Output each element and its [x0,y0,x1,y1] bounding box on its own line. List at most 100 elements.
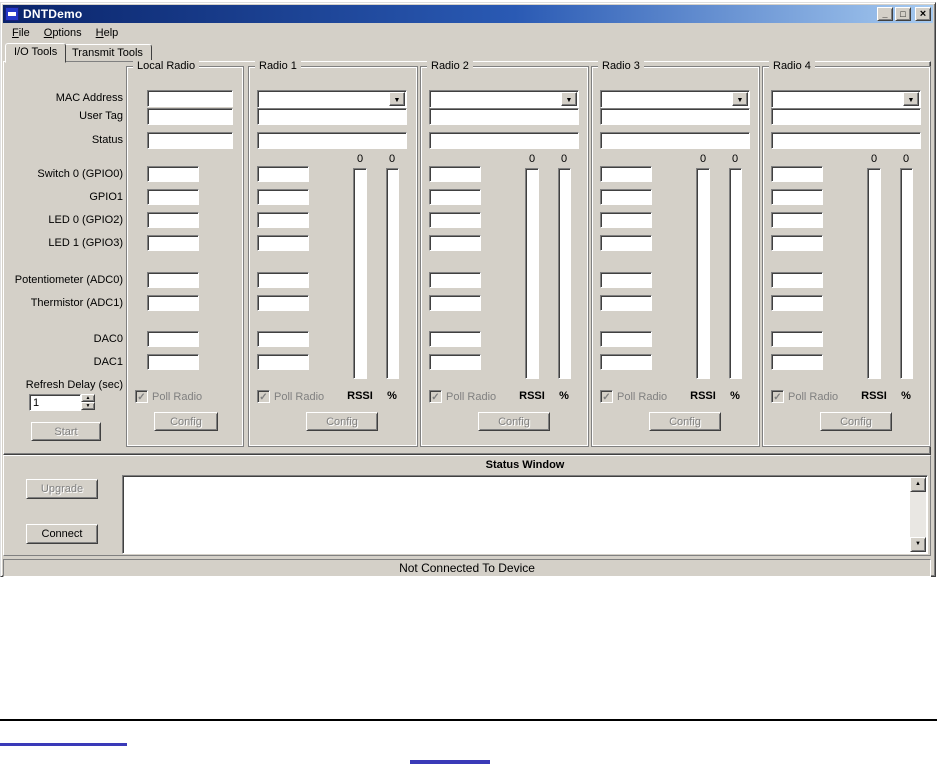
gpio1-input[interactable] [600,189,652,205]
user-tag-input[interactable] [600,108,750,125]
poll-radio-checkbox[interactable]: ✓ [771,390,784,403]
dac1-input[interactable] [771,354,823,370]
rssi-bar [525,168,539,379]
rssi-label: RSSI [519,390,545,402]
dac1-input[interactable] [257,354,309,370]
poll-radio-checkbox[interactable]: ✓ [257,390,270,403]
thermistor-input[interactable] [429,295,481,311]
scroll-down-icon[interactable]: ▼ [910,537,926,552]
switch0-input[interactable] [429,166,481,182]
status-window-panel: Status Window Upgrade Connect ▲ ▼ [3,455,931,556]
footer-link[interactable] [410,760,490,764]
panel-radio-1: Radio 1 ▼ 0 0 ✓ Poll Radio RSSI % Config [248,60,418,447]
status-input[interactable] [147,132,233,149]
config-button[interactable]: Config [820,412,892,431]
dac0-input[interactable] [429,331,481,347]
combo-dropdown-button[interactable]: ▼ [732,92,748,106]
user-tag-input[interactable] [429,108,579,125]
tab-io-tools[interactable]: I/O Tools [5,43,67,63]
mac-address-combo[interactable]: ▼ [429,90,579,108]
chevron-down-icon: ▼ [565,97,573,104]
potentiometer-input[interactable] [600,272,652,288]
user-tag-input[interactable] [147,108,233,125]
mac-address-combo[interactable]: ▼ [257,90,407,108]
minimize-icon[interactable]: _ [877,7,893,21]
footer-link[interactable] [0,743,127,746]
poll-radio-checkbox[interactable]: ✓ [600,390,613,403]
start-button[interactable]: Start [31,422,101,441]
mac-address-input[interactable] [147,90,233,107]
thermistor-input[interactable] [257,295,309,311]
window-buttons: _ □ × [875,7,931,21]
config-button[interactable]: Config [154,412,218,431]
connect-button[interactable]: Connect [26,524,98,544]
close-icon[interactable]: × [915,7,931,21]
scroll-up-icon[interactable]: ▲ [910,477,926,492]
thermistor-input[interactable] [771,295,823,311]
dac0-input[interactable] [257,331,309,347]
maximize-icon[interactable]: □ [895,7,911,21]
combo-dropdown-button[interactable]: ▼ [389,92,405,106]
led0-input[interactable] [429,212,481,228]
led1-input[interactable] [600,235,652,251]
switch0-input[interactable] [257,166,309,182]
spinner-buttons: ▲ ▼ [81,394,95,411]
dac1-input[interactable] [600,354,652,370]
led1-input[interactable] [429,235,481,251]
dac0-input[interactable] [771,331,823,347]
dac0-input[interactable] [147,331,199,347]
upgrade-button[interactable]: Upgrade [26,479,98,499]
led0-input[interactable] [600,212,652,228]
poll-radio-checkbox[interactable]: ✓ [135,390,148,403]
led1-input[interactable] [257,235,309,251]
gpio1-input[interactable] [257,189,309,205]
rssi-value: 0 [528,153,536,165]
menu-file[interactable]: File [5,25,37,41]
poll-radio-checkbox[interactable]: ✓ [429,390,442,403]
status-input[interactable] [771,132,921,149]
scrollbar[interactable]: ▲ ▼ [910,477,926,552]
combo-dropdown-button[interactable]: ▼ [903,92,919,106]
potentiometer-input[interactable] [771,272,823,288]
led1-input[interactable] [771,235,823,251]
potentiometer-input[interactable] [257,272,309,288]
titlebar[interactable]: DNTDemo _ □ × [3,5,933,23]
thermistor-input[interactable] [147,295,199,311]
menu-options[interactable]: Options [37,25,89,41]
status-input[interactable] [257,132,407,149]
status-window-title: Status Window [485,459,565,471]
thermistor-input[interactable] [600,295,652,311]
gpio1-input[interactable] [771,189,823,205]
user-tag-input[interactable] [771,108,921,125]
switch0-input[interactable] [600,166,652,182]
led0-input[interactable] [257,212,309,228]
gpio1-input[interactable] [147,189,199,205]
percent-label: % [387,390,397,402]
status-input[interactable] [600,132,750,149]
switch0-input[interactable] [771,166,823,182]
led0-input[interactable] [771,212,823,228]
status-window-textarea[interactable]: ▲ ▼ [122,475,928,554]
led1-input[interactable] [147,235,199,251]
config-button[interactable]: Config [478,412,550,431]
dac0-input[interactable] [600,331,652,347]
mac-address-combo[interactable]: ▼ [771,90,921,108]
combo-dropdown-button[interactable]: ▼ [561,92,577,106]
menu-help[interactable]: Help [89,25,126,41]
potentiometer-input[interactable] [147,272,199,288]
dac1-input[interactable] [147,354,199,370]
potentiometer-input[interactable] [429,272,481,288]
switch0-input[interactable] [147,166,199,182]
config-button[interactable]: Config [306,412,378,431]
user-tag-input[interactable] [257,108,407,125]
dac1-input[interactable] [429,354,481,370]
check-icon: ✓ [431,392,440,403]
gpio1-input[interactable] [429,189,481,205]
mac-address-combo[interactable]: ▼ [600,90,750,108]
refresh-delay-input[interactable] [29,394,81,411]
led0-input[interactable] [147,212,199,228]
spinner-down-icon[interactable]: ▼ [81,402,95,410]
spinner-up-icon[interactable]: ▲ [81,394,95,402]
config-button[interactable]: Config [649,412,721,431]
status-input[interactable] [429,132,579,149]
